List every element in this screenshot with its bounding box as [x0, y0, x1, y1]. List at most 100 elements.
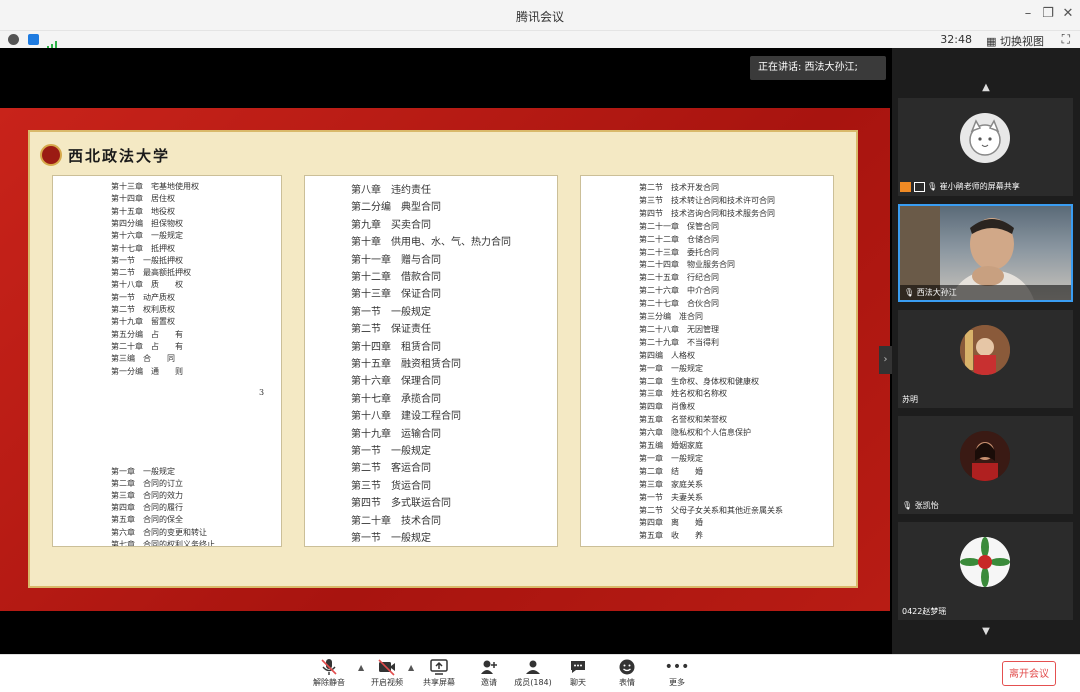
toc-line: 第二十章 占 有	[111, 341, 183, 351]
more-button[interactable]: ••• 更多	[652, 658, 702, 688]
participant-tile-screen-share[interactable]: 🎙 崔小鹃老师的屏幕共享	[898, 98, 1073, 196]
window-title: 腾讯会议	[515, 10, 564, 24]
fullscreen-icon[interactable]: ⛶	[1062, 32, 1070, 47]
unmute-button[interactable]: 解除静音	[304, 658, 354, 688]
participant-avatar	[960, 431, 1010, 481]
slide-content: 西北政法大学 第十三章 宅基地使用权 第十四章 居住权 第十五章 地役权 第四分编 担…	[28, 130, 858, 588]
scroll-down-icon[interactable]: ▼	[978, 626, 994, 637]
restore-icon[interactable]: ❐	[1038, 6, 1058, 21]
toc-line: 第二十二章 仓储合同	[639, 234, 719, 244]
toc-line: 第二章 生命权、身体权和健康权	[639, 376, 759, 386]
toc-line: 第六章 合同的变更和转让	[111, 527, 207, 537]
toc-line: 第三节 货运合同	[351, 480, 431, 492]
reactions-button[interactable]: 表情	[602, 658, 652, 688]
participant-tile-avatar[interactable]: 0422赵梦瑶	[898, 522, 1073, 620]
toc-line: 第二章 结 婚	[639, 466, 703, 476]
start-video-label: 开启视频	[371, 678, 403, 687]
toc-line: 第十一章 赠与合同	[351, 254, 441, 266]
toc-line: 第二十四章 物业服务合同	[639, 260, 735, 270]
members-icon	[508, 658, 558, 676]
toc-line: 第三章 家庭关系	[639, 479, 703, 489]
toc-line: 第一章 一般规定	[639, 363, 703, 373]
participant-tile-video[interactable]: 🎙 西法大孙江	[898, 204, 1073, 302]
toc-line: 第二十五章 行纪合同	[639, 273, 719, 283]
switch-view-button[interactable]: ▦ 切换视图	[986, 33, 1044, 49]
toc-line: 第四章 肖像权	[639, 402, 695, 412]
toc-line: 第十章 供用电、水、气、热力合同	[351, 237, 511, 249]
university-logo: 西北政法大学	[40, 142, 170, 168]
toc-line: 第十六章 一般规定	[111, 231, 183, 241]
minimize-icon[interactable]: –	[1018, 6, 1038, 21]
start-video-button[interactable]: 开启视频	[362, 658, 412, 688]
toc-line: 第五章 名誉权和荣誉权	[639, 415, 727, 425]
page-number: 3	[259, 388, 265, 397]
smile-icon	[602, 658, 652, 676]
participant-tile-avatar[interactable]: 苏明	[898, 310, 1073, 408]
grid-icon: ▦	[986, 35, 1000, 48]
toc-line: 第四章 合同的履行	[111, 503, 183, 513]
participant-name-row: 🎙 崔小鹃老师的屏幕共享	[900, 181, 1020, 192]
toc-line: 第十二章 借款合同	[351, 272, 441, 283]
toc-line: 第十八章 建设工程合同	[351, 411, 461, 423]
toc-line: 第二节 客运合同	[351, 463, 431, 475]
participant-name-row: 🎙 张凯怡	[902, 500, 939, 511]
mic-icon: 🎙	[904, 288, 917, 297]
toc-line: 第二节 最高额抵押权	[111, 268, 191, 278]
toc-line: 第七章 合同的权利义务终止	[111, 539, 215, 547]
participant-name: 崔小鹃老师的屏幕共享	[939, 182, 1020, 191]
toc-line: 第十五章 地役权	[111, 206, 175, 216]
toc-line: 第十四章 居住权	[111, 194, 175, 204]
toc-line: 第十九章 留置权	[111, 317, 175, 327]
toc-line: 第一节 动产质权	[111, 292, 175, 302]
close-icon[interactable]: ✕	[1058, 6, 1078, 21]
document-page-3: 第二节 技术开发合同 第三节 技术转让合同和技术许可合同 第四节 技术咨询合同和技术…	[580, 175, 834, 547]
meeting-toolbar: 解除静音 ▲ 开启视频 ▲ 共享屏幕 邀请 成员(184) 聊天 表情 ••• …	[0, 654, 1080, 692]
toc-line: 第一节 一般规定	[351, 533, 431, 544]
chat-icon	[553, 658, 603, 676]
title-bar: 腾讯会议 – ❐ ✕	[0, 0, 1080, 30]
toc-line: 第二十六章 中介合同	[639, 286, 719, 296]
camera-off-icon	[362, 658, 412, 676]
toc-line: 第十七章 承揽合同	[351, 393, 441, 405]
toc-line: 第十九章 运输合同	[351, 428, 441, 440]
shield-icon[interactable]	[28, 34, 39, 45]
collapse-sidebar-button[interactable]: ›	[879, 346, 892, 374]
participant-name: 西法大孙江	[916, 288, 957, 297]
members-button[interactable]: 成员(184)	[508, 658, 558, 688]
toc-line: 第十三章 保证合同	[351, 289, 441, 301]
share-screen-button[interactable]: 共享屏幕	[414, 658, 464, 688]
cat-avatar	[960, 113, 1010, 163]
share-screen-label: 共享屏幕	[423, 678, 455, 687]
leave-meeting-button[interactable]: 离开会议	[1002, 661, 1056, 686]
info-icon[interactable]	[8, 34, 19, 45]
university-name: 西北政法大学	[68, 146, 171, 165]
scroll-up-icon[interactable]: ▲	[978, 82, 994, 93]
university-seal-icon	[40, 144, 62, 166]
toc-line: 第二十七章 合伙合同	[639, 299, 719, 309]
toc-line: 第四节 技术咨询合同和技术服务合同	[639, 208, 775, 218]
toc-line: 第十五章 融资租赁合同	[351, 359, 461, 370]
participant-tile-avatar[interactable]: 🎙 张凯怡	[898, 416, 1073, 514]
toc-line: 第四章 离 婚	[639, 518, 703, 528]
toc-line: 第一节 夫妻关系	[639, 492, 703, 502]
document-page-2: 第八章 违约责任 第二分编 典型合同 第九章 买卖合同第十章 供用电、水、气、热力合…	[304, 175, 558, 547]
chat-button[interactable]: 聊天	[553, 658, 603, 688]
toc-line: 第三章 合同的效力	[111, 491, 183, 501]
document-page-1: 第十三章 宅基地使用权 第十四章 居住权 第十五章 地役权 第四分编 担保物权 第十六章…	[52, 175, 282, 547]
host-icon	[900, 181, 911, 192]
toc-line: 第二十九章 不当得利	[639, 337, 719, 347]
members-label: 成员(184)	[514, 678, 552, 687]
toc-line: 第三分编 准合同	[639, 312, 703, 321]
toc-line: 第五章 收 养	[639, 531, 703, 541]
toc-line: 第十四章 租赁合同	[351, 341, 441, 353]
toc-line: 第五分编 占 有	[111, 329, 183, 339]
toc-line: 第五编 婚姻家庭	[639, 441, 703, 450]
toc-line: 第九章 买卖合同	[351, 219, 431, 231]
toc-line: 第二章 合同的订立	[111, 479, 183, 489]
invite-button[interactable]: 邀请	[464, 658, 514, 688]
toc-line: 第十八章 质 权	[111, 280, 183, 290]
toc-line: 第八章 违约责任	[351, 185, 431, 196]
toc-line: 第二分编 典型合同	[351, 202, 441, 214]
signal-icon[interactable]	[47, 35, 59, 50]
toc-line: 第四编 人格权	[639, 350, 695, 360]
